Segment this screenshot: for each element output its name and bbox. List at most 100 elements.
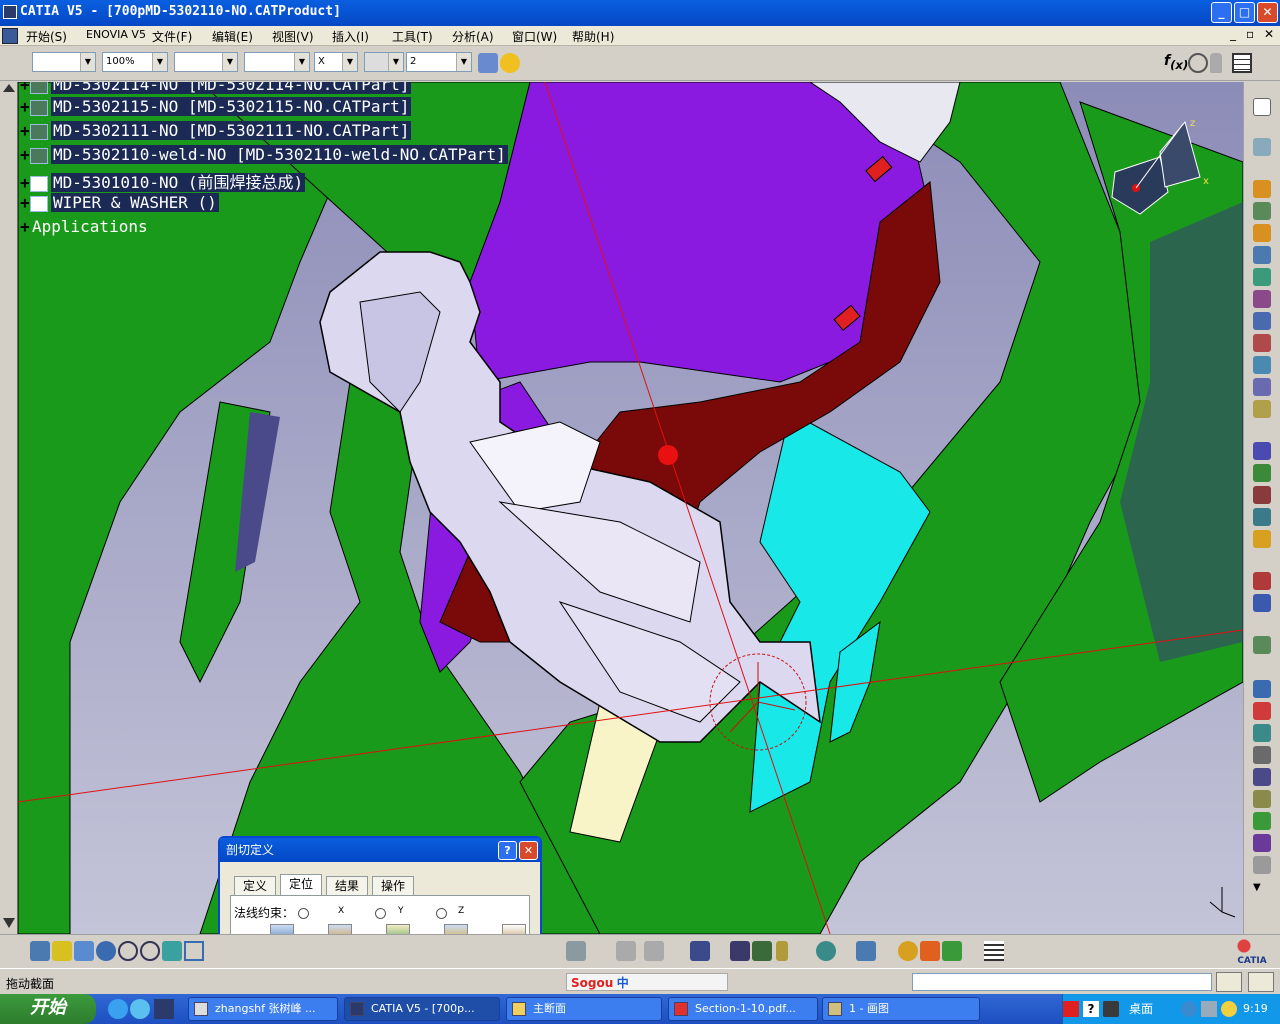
existing-component-icon[interactable] [1253,246,1271,264]
menu-start[interactable]: 开始(S) [26,28,67,45]
maximize-button[interactable]: □ [1234,2,1255,23]
minimize-button[interactable]: _ [1211,2,1232,23]
desktop-toolbar-label[interactable]: 桌面 [1129,1000,1153,1017]
flexible-icon[interactable] [1253,768,1271,786]
graph-tree-icon[interactable] [1253,290,1271,308]
offset-icon[interactable] [1253,680,1271,698]
browser-icon[interactable] [130,999,150,1019]
coincidence-icon[interactable] [1253,594,1271,612]
parallel-icon[interactable] [566,941,586,961]
transparency-combo[interactable]: 100% ▼ [102,52,168,72]
measure-icon[interactable] [1253,856,1271,874]
tree-item-md-5301010[interactable]: + MD-5301010-NO (前围焊接总成) [20,169,306,192]
chevron-down-icon[interactable]: ▼ [1253,882,1271,900]
tab-positioning[interactable]: 定位 [280,874,323,896]
menu-insert[interactable]: 插入(I) [332,28,369,45]
expand-icon[interactable]: + [20,193,30,212]
back-tray-icon[interactable] [1181,1001,1197,1017]
clash-icon[interactable] [816,941,836,961]
bottle-icon[interactable] [776,941,788,961]
volume-tray-icon[interactable] [1221,1001,1237,1017]
fix-together-icon[interactable] [1253,724,1271,742]
expand-icon[interactable]: + [20,121,30,140]
scene-icon[interactable] [1253,834,1271,852]
sparkle-icon[interactable] [500,53,520,73]
fix-icon[interactable] [1253,572,1271,590]
dialog-close-button[interactable]: ✕ [519,841,538,860]
point-symbol-combo[interactable]: X ▼ [314,52,358,72]
contact-icon[interactable] [1253,636,1271,654]
window-titlebar[interactable]: CATIA V5 - [700pMD-5302110-NO.CATProduct… [0,0,1280,26]
lock-icon[interactable] [1210,53,1222,73]
comment-icon[interactable] [1188,53,1208,73]
rotate-icon[interactable] [96,941,116,961]
dialog-title[interactable]: 剖切定义 [220,838,540,862]
command-button-2[interactable] [1248,972,1274,992]
doc-restore-button[interactable]: ▫ [1246,27,1254,41]
angle-icon[interactable] [1253,702,1271,720]
component-icon[interactable] [1253,202,1271,220]
help-tray-icon[interactable]: ? [1083,1001,1099,1017]
ime-mode[interactable]: 中 [617,976,629,990]
menu-window[interactable]: 窗口(W) [512,28,557,45]
tree-item-applications[interactable]: + Applications [20,217,150,239]
layer-combo[interactable]: 2 ▼ [406,52,472,72]
start-button[interactable]: 开始 [0,994,96,1024]
menu-analysis[interactable]: 分析(A) [452,28,494,45]
linetype-combo[interactable]: ▼ [174,52,238,72]
3d-viewport[interactable]: z x + MD-5302114-NO [MD-5302114-NO.CATPar… [0,82,1243,934]
expand-icon[interactable]: + [20,82,30,94]
task-zhangshf[interactable]: zhangshf 张树峰 ... [188,997,338,1021]
measure-between-icon[interactable] [730,941,750,961]
linestyle-combo[interactable]: ▼ [244,52,310,72]
zoom-out-icon[interactable] [140,941,160,961]
snap-icon[interactable] [1253,464,1271,482]
bounding-icon[interactable] [1253,400,1271,418]
sub-assembly-icon[interactable] [1253,378,1271,396]
analysis-icon[interactable] [920,941,940,961]
expand-icon[interactable]: + [20,217,30,236]
tree-item-md-5302115[interactable]: + MD-5302115-NO [MD-5302115-NO.CATPart] [20,97,412,119]
tab-operations[interactable]: 操作 [372,876,415,896]
replace-icon[interactable] [1253,268,1271,286]
tab-definition[interactable]: 定义 [234,876,277,896]
multi-instantiate-icon[interactable] [1253,312,1271,330]
tree-item-md-5302110-weld[interactable]: + MD-5302110-weld-NO [MD-5302110-weld-NO.… [20,145,508,167]
task-pdf[interactable]: Section-1-10.pdf... [668,997,818,1021]
tree-item-wiper-washer[interactable]: + WIPER & WASHER () [20,193,219,215]
command-input[interactable] [912,973,1212,991]
menu-help[interactable]: 帮助(H) [572,28,614,45]
swap-space-icon[interactable] [644,941,664,961]
info-tray-icon[interactable] [1103,1001,1119,1017]
expand-icon[interactable]: + [20,97,30,116]
normal-view-icon[interactable] [162,941,182,961]
expand-icon[interactable]: + [20,173,30,192]
doc-minimize-button[interactable]: _ [1230,27,1236,41]
task-paint[interactable]: 1 - 画图 [822,997,980,1021]
fly-mode-icon[interactable] [30,941,50,961]
catalog-icon[interactable] [942,941,962,961]
ie-icon[interactable] [108,999,128,1019]
network-tray-icon[interactable] [1201,1001,1217,1017]
menu-tools[interactable]: 工具(T) [392,28,433,45]
layer-filter-combo[interactable]: ▼ [364,52,404,72]
radio-z[interactable] [436,908,447,919]
command-button[interactable] [1216,972,1242,992]
ime-toolbar[interactable]: Sogou 中 [566,973,728,991]
reuse-pattern-icon[interactable] [1253,790,1271,808]
product-insert-icon[interactable] [1253,180,1271,198]
color-combo[interactable]: ▼ [32,52,96,72]
radio-x[interactable] [298,908,309,919]
quick-constraint-icon[interactable] [1253,746,1271,764]
formula-icon[interactable]: f(x) [1164,53,1188,73]
assembly-features-icon[interactable] [1253,356,1271,374]
menu-enovia[interactable]: ENOVIA V5 [86,28,146,41]
radio-y[interactable] [375,908,386,919]
explode-icon[interactable] [1253,486,1271,504]
update-icon[interactable] [1253,812,1271,830]
doc-close-button[interactable]: ✕ [1264,27,1274,41]
catia-doc-icon[interactable] [2,28,18,44]
grid-options-icon[interactable] [984,941,1004,961]
pan-icon[interactable] [74,941,94,961]
sectioning-icon[interactable] [856,941,876,961]
